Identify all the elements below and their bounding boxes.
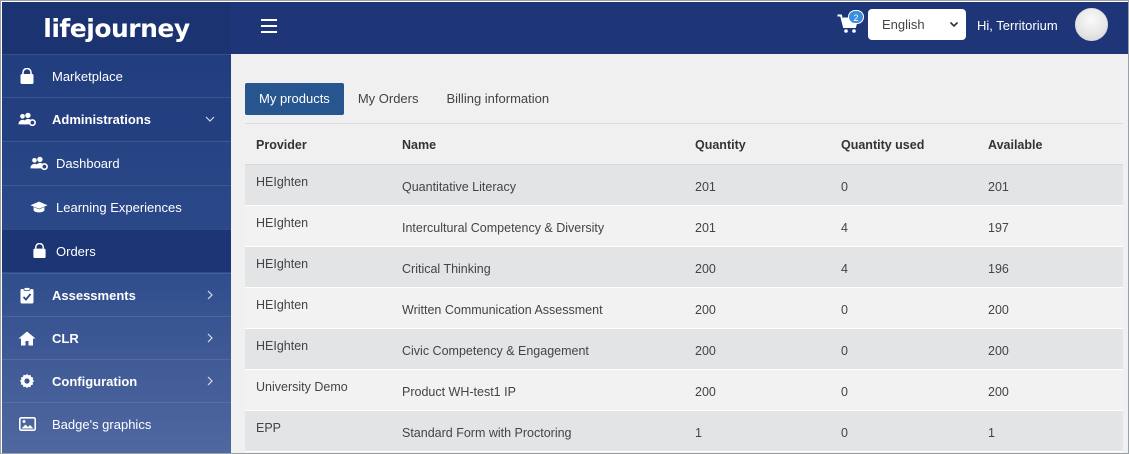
sidebar-item-administrations[interactable]: Administrations xyxy=(2,97,231,140)
sidebar-item-label: Configuration xyxy=(52,373,138,389)
cell-name: Quantitative Literacy xyxy=(402,180,516,194)
table-row[interactable]: HEIghten Written Communication Assessmen… xyxy=(245,288,1123,329)
cell-name: Intercultural Competency & Diversity xyxy=(402,221,605,235)
sidebar-item-label: CLR xyxy=(52,330,79,346)
cell-provider: HEIghten xyxy=(256,339,309,353)
chevron-right-icon xyxy=(203,374,217,388)
table-body: HEIghten Quantitative Literacy 201 0 201… xyxy=(245,165,1123,452)
cell-available: 197 xyxy=(988,221,1009,235)
sidebar: lifejourney Marketplace Administrations … xyxy=(2,2,231,453)
hamburger-menu-icon[interactable] xyxy=(261,19,277,33)
tab-divider xyxy=(245,123,1123,124)
cell-provider: EPP xyxy=(256,421,282,435)
cell-quantity: 1 xyxy=(695,426,702,440)
cell-name: Critical Thinking xyxy=(402,262,491,276)
cell-quantity-used: 4 xyxy=(841,262,848,276)
chevron-right-icon xyxy=(203,331,217,345)
sidebar-item-orders[interactable]: Orders xyxy=(2,229,231,272)
language-select-value: English xyxy=(882,17,925,32)
sidebar-item-label: Learning Experiences xyxy=(56,199,182,215)
chevron-right-icon xyxy=(203,288,217,302)
chevron-down-icon xyxy=(948,18,960,30)
cart-count-badge: 2 xyxy=(848,10,864,24)
cell-name: Civic Competency & Engagement xyxy=(402,344,589,358)
cell-provider: University Demo xyxy=(256,380,348,394)
shopping-bag-icon xyxy=(18,67,36,85)
tab-bar: My products My Orders Billing informatio… xyxy=(245,83,563,115)
graduation-cap-icon xyxy=(30,198,48,216)
cell-provider: HEIghten xyxy=(256,257,309,271)
table-row[interactable]: HEIghten Intercultural Competency & Dive… xyxy=(245,206,1123,247)
sidebar-item-label: Marketplace xyxy=(52,68,123,84)
sidebar-item-label: Assessments xyxy=(52,287,136,303)
cell-name: Written Communication Assessment xyxy=(402,303,603,317)
tab-my-orders[interactable]: My Orders xyxy=(344,83,433,115)
tab-my-products[interactable]: My products xyxy=(245,83,344,115)
sidebar-item-label: Orders xyxy=(56,243,96,259)
cell-quantity: 200 xyxy=(695,344,716,358)
cell-quantity-used: 0 xyxy=(841,426,848,440)
cell-quantity: 201 xyxy=(695,221,716,235)
users-cog-icon xyxy=(30,154,48,172)
cell-available: 200 xyxy=(988,303,1009,317)
table-row[interactable]: HEIghten Quantitative Literacy 201 0 201 xyxy=(245,165,1123,206)
cell-quantity-used: 0 xyxy=(841,344,848,358)
cell-provider: HEIghten xyxy=(256,298,309,312)
user-greeting[interactable]: Hi, Territorium xyxy=(977,18,1058,33)
app-window: lifejourney Marketplace Administrations … xyxy=(0,0,1129,454)
cell-quantity-used: 0 xyxy=(841,303,848,317)
cell-provider: HEIghten xyxy=(256,175,309,189)
table-header: Provider Name Quantity Quantity used Ava… xyxy=(245,125,1123,165)
sidebar-item-marketplace[interactable]: Marketplace xyxy=(2,54,231,97)
column-header-provider[interactable]: Provider xyxy=(245,138,391,152)
table-row[interactable]: HEIghten Civic Competency & Engagement 2… xyxy=(245,329,1123,370)
home-icon xyxy=(18,329,36,347)
cell-available: 200 xyxy=(988,344,1009,358)
clipboard-check-icon xyxy=(18,286,36,304)
cell-quantity: 201 xyxy=(695,180,716,194)
table-row[interactable]: EPP Standard Form with Proctoring 1 0 1 xyxy=(245,411,1123,452)
cell-available: 1 xyxy=(988,426,995,440)
cell-available: 200 xyxy=(988,385,1009,399)
avatar[interactable] xyxy=(1075,8,1108,41)
users-cog-icon xyxy=(18,110,36,128)
image-icon xyxy=(18,415,36,433)
cell-quantity: 200 xyxy=(695,262,716,276)
language-select[interactable]: English xyxy=(868,9,966,40)
cell-name: Standard Form with Proctoring xyxy=(402,426,572,440)
cell-available: 201 xyxy=(988,180,1009,194)
column-header-name[interactable]: Name xyxy=(391,138,684,152)
sidebar-item-clr[interactable]: CLR xyxy=(2,316,231,359)
sidebar-item-label: Dashboard xyxy=(56,155,120,171)
sidebar-item-learning-experiences[interactable]: Learning Experiences xyxy=(2,185,231,228)
column-header-available[interactable]: Available xyxy=(977,138,1123,152)
sidebar-item-label: Administrations xyxy=(52,111,151,127)
cell-quantity-used: 0 xyxy=(841,385,848,399)
cell-quantity: 200 xyxy=(695,303,716,317)
sidebar-item-assessments[interactable]: Assessments xyxy=(2,273,231,316)
cell-quantity-used: 0 xyxy=(841,180,848,194)
column-header-quantity[interactable]: Quantity xyxy=(684,138,830,152)
main-content: My products My Orders Billing informatio… xyxy=(231,54,1128,453)
top-bar: 2 English Hi, Territorium xyxy=(231,2,1128,54)
sidebar-item-label: Badge's graphics xyxy=(52,416,152,432)
table-row[interactable]: University Demo Product WH-test1 IP 200 … xyxy=(245,370,1123,411)
cell-available: 196 xyxy=(988,262,1009,276)
products-table: Provider Name Quantity Quantity used Ava… xyxy=(245,125,1123,452)
cell-quantity: 200 xyxy=(695,385,716,399)
cell-provider: HEIghten xyxy=(256,216,309,230)
cell-quantity-used: 4 xyxy=(841,221,848,235)
chevron-down-icon xyxy=(203,112,217,126)
app-logo[interactable]: lifejourney xyxy=(2,2,231,54)
sidebar-item-configuration[interactable]: Configuration xyxy=(2,359,231,402)
sidebar-item-badge-graphics[interactable]: Badge's graphics xyxy=(2,402,231,445)
gear-icon xyxy=(18,372,36,390)
shopping-bag-icon xyxy=(30,242,48,260)
cell-name: Product WH-test1 IP xyxy=(402,385,516,399)
column-header-quantity-used[interactable]: Quantity used xyxy=(830,138,977,152)
sidebar-item-dashboard[interactable]: Dashboard xyxy=(2,141,231,184)
tab-billing-information[interactable]: Billing information xyxy=(432,83,563,115)
table-row[interactable]: HEIghten Critical Thinking 200 4 196 xyxy=(245,247,1123,288)
